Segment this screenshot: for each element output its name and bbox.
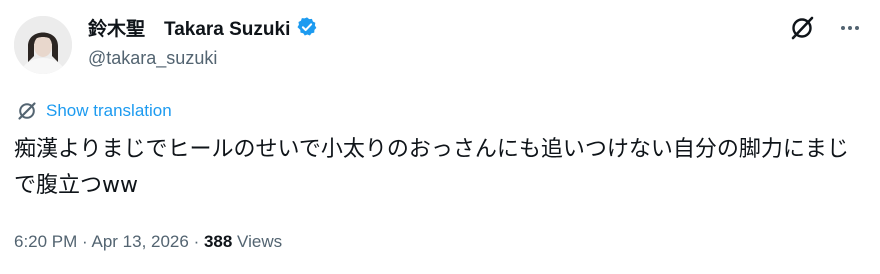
more-icon[interactable] (838, 16, 862, 40)
verified-badge-icon (296, 16, 318, 38)
tweet-time[interactable]: 6:20 PM (14, 232, 77, 251)
views-label: Views (232, 232, 283, 251)
header-actions (788, 14, 862, 42)
tweet-meta: 6:20 PM · Apr 13, 2026 · 388 Views (14, 232, 282, 252)
avatar[interactable] (14, 16, 72, 74)
avatar-image (14, 16, 72, 74)
show-translation-button[interactable]: Show translation (16, 100, 172, 122)
author-name-row[interactable]: 鈴木聖 Takara Suzuki (88, 14, 318, 40)
show-translation-label[interactable]: Show translation (46, 101, 172, 121)
translate-icon (16, 100, 38, 122)
tweet-date[interactable]: Apr 13, 2026 (91, 232, 188, 251)
author-display-name[interactable]: 鈴木聖 Takara Suzuki (88, 14, 290, 41)
meta-separator: · (188, 232, 204, 251)
tweet-text: 痴漢よりまじでヒールのせいで小太りのおっさんにも追いつけない自分の脚力にまじで腹… (14, 137, 849, 198)
author-handle[interactable]: @takara_suzuki (88, 48, 217, 69)
views-count[interactable]: 388 (204, 232, 232, 251)
meta-separator: · (77, 232, 92, 251)
grok-icon[interactable] (788, 14, 816, 42)
